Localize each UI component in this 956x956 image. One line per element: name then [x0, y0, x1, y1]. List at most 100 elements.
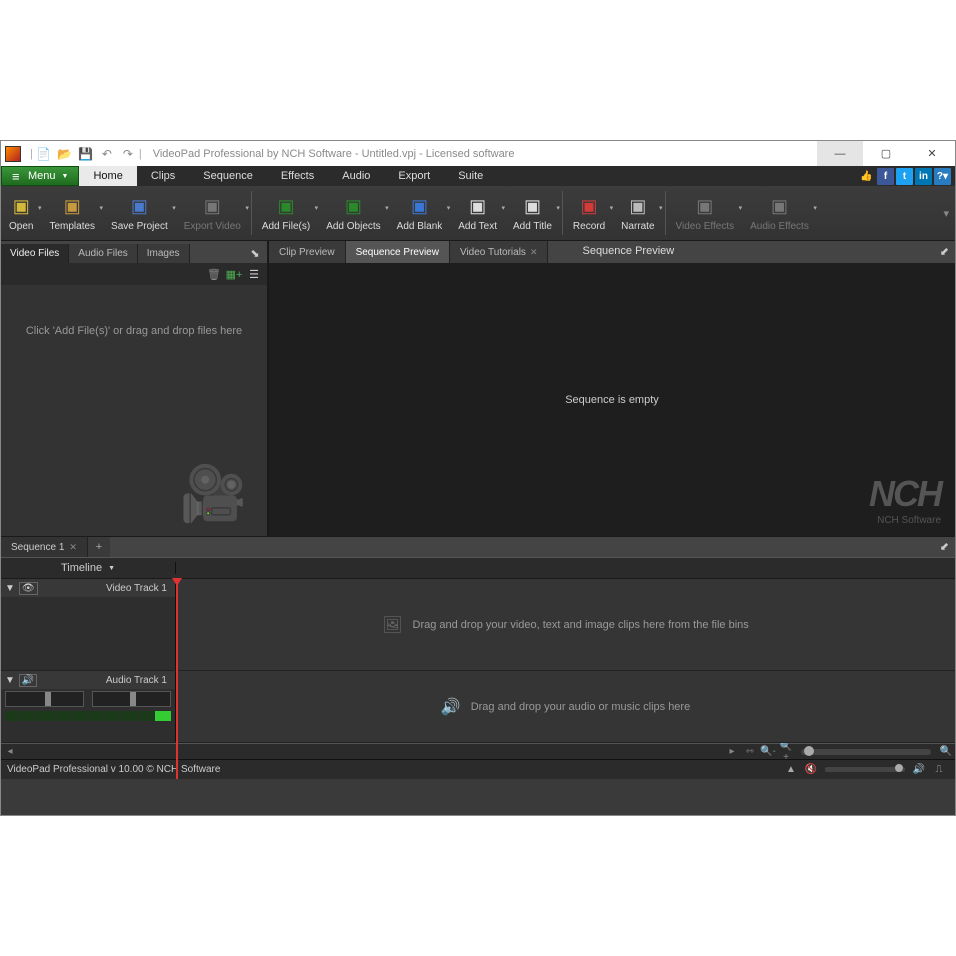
toolbar-audio-effects[interactable]: ▣Audio Effects▾	[742, 186, 817, 241]
settings-icon[interactable]: ⎍	[929, 764, 949, 775]
speaker-icon: 🔊	[441, 697, 461, 717]
audio-track: ▼ 🔊 Audio Track 1 🔊 Drag and drop your a…	[1, 671, 955, 743]
main-menu-button[interactable]: Menu ▼	[1, 166, 79, 186]
titlebar: | 📄 📂 💾 ↶ ↷ | VideoPad Professional by N…	[1, 141, 955, 166]
pan-slider[interactable]	[92, 691, 171, 707]
window-title: VideoPad Professional by NCH Software - …	[153, 148, 817, 160]
preview-empty-text: Sequence is empty	[565, 394, 659, 406]
scroll-right-icon[interactable]: ▸	[723, 746, 741, 757]
toolbar: ▣Open▾▣Templates▾▣Save Project▾▣Export V…	[1, 186, 955, 241]
toolbar-add-blank[interactable]: ▣Add Blank▾	[389, 186, 451, 241]
nch-logo: NCH NCH Software	[869, 473, 941, 526]
mute-icon[interactable]: 🔇	[801, 764, 821, 775]
sequence-tabs: Sequence 1 ✕ + ⬋	[1, 536, 955, 557]
toolbar-add-objects[interactable]: ▣Add Objects▾	[318, 186, 388, 241]
image-icon: 🖼	[382, 615, 402, 635]
zoom-out-icon[interactable]: 🔍-	[759, 746, 777, 757]
toolbar-add-file-s-[interactable]: ▣Add File(s)▾	[254, 186, 318, 241]
fit-icon[interactable]: ⇿	[741, 746, 759, 757]
audio-meter	[5, 711, 171, 721]
bin-empty-text: Click 'Add File(s)' or drag and drop fil…	[26, 325, 242, 337]
maximize-button[interactable]: ▢	[863, 141, 909, 166]
help-icon[interactable]: ?▾	[934, 168, 951, 185]
toolbar-overflow-icon[interactable]: ▾	[937, 207, 955, 220]
toolbar-record[interactable]: ▣Record▾	[565, 186, 613, 241]
timeline-zoom-bar: ◂ ▸ ⇿ 🔍- 🔍+ 🔍	[1, 743, 955, 759]
preview-tab-video-tutorials[interactable]: Video Tutorials ✕	[450, 241, 549, 263]
panel-collapse-icon[interactable]: ⬊	[247, 245, 263, 261]
close-icon[interactable]: ✕	[530, 247, 538, 258]
file-bin-panel: Video FilesAudio FilesImages ⬊ 🗑 ▦+ ☰ Cl…	[1, 241, 269, 536]
video-track-body[interactable]: 🖼 Drag and drop your video, text and ima…	[176, 579, 955, 670]
status-text: VideoPad Professional v 10.00 © NCH Soft…	[7, 764, 220, 775]
tracks-area: ▼ 👁 Video Track 1 🖼 Drag and drop your v…	[1, 579, 955, 743]
ribbon-tab-home[interactable]: Home	[79, 166, 136, 186]
ribbon-tab-audio[interactable]: Audio	[328, 166, 384, 186]
add-sequence-button[interactable]: +	[88, 537, 110, 557]
audio-track-body[interactable]: 🔊 Drag and drop your audio or music clip…	[176, 671, 955, 742]
ribbon-tab-suite[interactable]: Suite	[444, 166, 497, 186]
timeline-mode-dropdown[interactable]: Timeline ▼	[1, 562, 176, 574]
open-icon[interactable]: 📂	[57, 146, 73, 162]
track-mute-icon[interactable]: 🔊	[19, 674, 37, 687]
playhead[interactable]	[176, 579, 178, 779]
marker-up-icon[interactable]: ▲	[781, 764, 801, 775]
bin-tab-video-files[interactable]: Video Files	[1, 244, 69, 263]
bin-tab-images[interactable]: Images	[138, 244, 190, 263]
social-icons: 👍 f t in ?▾	[858, 166, 955, 186]
track-collapse-icon[interactable]: ▼	[5, 675, 15, 686]
ribbon-tabs: Menu ▼ HomeClipsSequenceEffectsAudioExpo…	[1, 166, 955, 186]
video-track-name: Video Track 1	[42, 583, 171, 594]
sequence-tab[interactable]: Sequence 1 ✕	[1, 537, 88, 557]
ribbon-tab-sequence[interactable]: Sequence	[189, 166, 267, 186]
track-collapse-icon[interactable]: ▼	[5, 583, 15, 594]
linkedin-icon[interactable]: in	[915, 168, 932, 185]
preview-tab-sequence-preview[interactable]: Sequence Preview	[346, 241, 450, 263]
toolbar-video-effects[interactable]: ▣Video Effects▾	[668, 186, 743, 241]
close-button[interactable]: ✕	[909, 141, 955, 166]
bin-tab-audio-files[interactable]: Audio Files	[69, 244, 137, 263]
master-volume-slider[interactable]	[825, 767, 905, 772]
ribbon-tab-clips[interactable]: Clips	[137, 166, 189, 186]
toolbar-add-text[interactable]: ▣Add Text▾	[450, 186, 505, 241]
add-media-icon[interactable]: ▦+	[225, 266, 243, 282]
quick-access-toolbar: 📄 📂 💾 ↶ ↷	[36, 146, 136, 162]
toolbar-export-video[interactable]: ▣Export Video▾	[176, 186, 249, 241]
bin-tabs: Video FilesAudio FilesImages ⬊	[1, 241, 267, 263]
volume-icon[interactable]: 🔊	[909, 764, 929, 775]
delete-icon[interactable]: 🗑	[205, 266, 223, 282]
status-bar: VideoPad Professional v 10.00 © NCH Soft…	[1, 759, 955, 779]
facebook-icon[interactable]: f	[877, 168, 894, 185]
undo-icon[interactable]: ↶	[99, 146, 115, 162]
save-icon[interactable]: 💾	[78, 146, 94, 162]
like-icon[interactable]: 👍	[858, 168, 875, 185]
volume-slider[interactable]	[5, 691, 84, 707]
toolbar-templates[interactable]: ▣Templates▾	[41, 186, 103, 241]
toolbar-save-project[interactable]: ▣Save Project▾	[103, 186, 176, 241]
zoom-in-icon[interactable]: 🔍+	[777, 741, 795, 763]
zoom-slider[interactable]	[801, 749, 931, 755]
ribbon-tab-effects[interactable]: Effects	[267, 166, 328, 186]
video-track: ▼ 👁 Video Track 1 🖼 Drag and drop your v…	[1, 579, 955, 671]
new-icon[interactable]: 📄	[36, 146, 52, 162]
preview-title: Sequence Preview	[568, 241, 688, 263]
track-visible-icon[interactable]: 👁	[19, 582, 38, 595]
close-icon[interactable]: ✕	[69, 542, 77, 553]
timeline-expand-icon[interactable]: ⬋	[934, 537, 955, 557]
zoom-full-icon[interactable]: 🔍	[937, 746, 955, 757]
toolbar-open[interactable]: ▣Open▾	[1, 186, 41, 241]
preview-panel: Clip PreviewSequence PreviewVideo Tutori…	[269, 241, 955, 536]
redo-icon[interactable]: ↷	[120, 146, 136, 162]
camera-watermark-icon: 🎥	[180, 463, 247, 526]
scroll-left-icon[interactable]: ◂	[1, 746, 19, 757]
toolbar-add-title[interactable]: ▣Add Title▾	[505, 186, 560, 241]
preview-tab-clip-preview[interactable]: Clip Preview	[269, 241, 346, 263]
panel-expand-icon[interactable]: ⬋	[934, 241, 955, 263]
ribbon-tab-export[interactable]: Export	[384, 166, 444, 186]
twitter-icon[interactable]: t	[896, 168, 913, 185]
list-view-icon[interactable]: ☰	[245, 266, 263, 282]
minimize-button[interactable]: —	[817, 141, 863, 166]
audio-track-name: Audio Track 1	[41, 675, 171, 686]
toolbar-narrate[interactable]: ▣Narrate▾	[613, 186, 662, 241]
hamburger-icon	[12, 169, 22, 184]
